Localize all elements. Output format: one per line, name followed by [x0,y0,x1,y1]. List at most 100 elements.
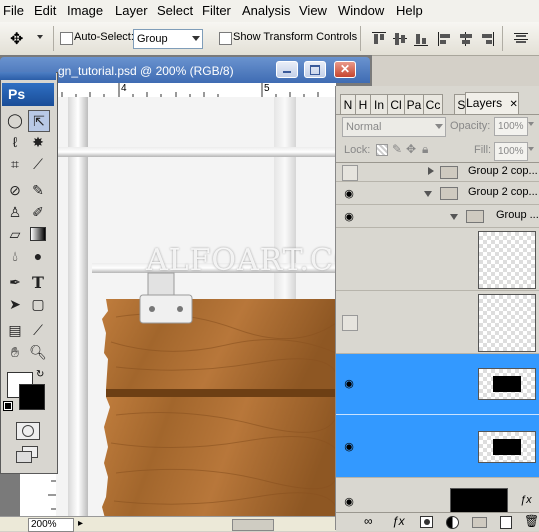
swap-colors-icon[interactable]: ↻ [36,369,44,380]
lock-position-icon[interactable]: ✥ [406,142,416,156]
align-left-icon[interactable] [437,31,453,47]
document-canvas[interactable]: ALFOART.COM [56,97,336,522]
maximize-button[interactable] [304,61,326,78]
visibility-toggle[interactable] [342,165,358,181]
visibility-toggle[interactable] [342,315,358,331]
eye-icon[interactable]: ◉ [342,439,356,453]
menu-window[interactable]: Window [338,3,384,18]
lock-pixels-icon[interactable]: ✎ [392,142,402,156]
align-vcenter-icon[interactable] [392,31,408,47]
blend-mode-dropdown[interactable]: Normal [342,117,446,137]
distribute-top-icon[interactable] [513,31,529,47]
background-color-swatch[interactable] [19,384,45,410]
adjustment-icon[interactable] [446,516,459,529]
default-colors-icon[interactable] [3,401,13,411]
menu-view[interactable]: View [299,3,327,18]
collapse-arrow-icon[interactable] [424,191,432,197]
eyedropper2-icon[interactable]: ⟋ [28,320,48,340]
move-icon[interactable]: ⇱ [28,110,50,132]
eye-icon[interactable]: ◉ [342,494,356,508]
fill-input[interactable]: 100% [494,142,528,161]
menu-image[interactable]: Image [67,3,103,18]
zoom-icon[interactable]: 🔍︎ [28,342,48,362]
layer-row[interactable]: ◉ ƒx [336,478,539,518]
minimize-button[interactable] [276,61,298,78]
gradient-icon[interactable] [28,224,48,244]
shape-icon[interactable]: ▢ [28,294,48,314]
eye-icon[interactable]: ◉ [342,209,356,223]
path-select-icon[interactable]: ➤ [5,294,25,314]
hand-icon[interactable]: ✋︎ [5,342,25,362]
menu-layer[interactable]: Layer [115,3,148,18]
dodge-icon[interactable]: ● [28,246,48,266]
align-top-icon[interactable] [371,31,387,47]
fx-icon[interactable]: ƒx [392,514,405,528]
tab-info[interactable]: In [370,94,388,115]
lock-all-icon[interactable]: 🔒︎ [422,142,428,157]
close-button[interactable]: ✕ [334,61,356,78]
menu-file[interactable]: File [3,3,24,18]
layer-row[interactable]: ◉ Group ... [336,205,539,228]
eye-icon[interactable]: ◉ [342,186,356,200]
lock-transparency-icon[interactable] [376,144,388,156]
marquee-icon[interactable]: ◯ [5,110,25,130]
eye-icon[interactable]: ◉ [342,376,356,390]
menu-analysis[interactable]: Analysis [242,3,290,18]
lasso-icon[interactable]: ℓ [5,132,25,152]
auto-select-dropdown[interactable]: Group [133,29,203,49]
trash-icon[interactable]: 🗑︎ [524,514,539,528]
screen-mode-icon[interactable] [16,446,38,464]
magic-wand-icon[interactable]: ✸ [28,132,48,152]
close-icon[interactable]: ✕ [509,99,517,110]
auto-select-checkbox[interactable] [60,32,73,45]
quick-mask-icon[interactable] [16,422,40,440]
align-right-icon[interactable] [479,31,495,47]
layer-thumbnail [478,231,536,289]
menu-help[interactable]: Help [396,3,423,18]
stamp-icon[interactable]: ♙ [5,202,25,222]
crop-icon[interactable]: ⌗ [5,154,25,174]
tab-layers[interactable]: Layers ✕ [465,92,519,115]
status-menu-icon[interactable]: ▸ [78,518,90,530]
eyedropper-icon[interactable]: ⟋ [28,154,48,174]
layer-row-selected[interactable]: ◉ [336,415,539,478]
layer-row[interactable]: Group 2 cop... [336,163,539,182]
tab-color[interactable]: Cl [387,94,405,115]
tab-navigator[interactable]: N [340,94,356,115]
opacity-input[interactable]: 100% [494,117,528,136]
new-layer-icon[interactable] [500,516,512,529]
align-hcenter-icon[interactable] [458,31,474,47]
layer-row[interactable] [336,291,539,354]
link-icon[interactable]: ∞ [364,514,373,528]
move-tool-preset-icon[interactable]: ✥ [10,29,32,48]
layer-row-selected[interactable]: ◉ [336,354,539,415]
eraser-icon[interactable]: ▱ [5,224,25,244]
fill-slider-arrow-icon[interactable] [528,147,534,151]
chevron-down-icon[interactable] [37,35,43,39]
history-brush-icon[interactable]: ✐ [28,202,48,222]
opacity-slider-arrow-icon[interactable] [528,122,534,126]
layer-row[interactable] [336,228,539,291]
new-group-icon[interactable] [472,517,487,528]
collapse-arrow-icon[interactable] [450,214,458,220]
tab-paths[interactable]: Pa [404,94,424,115]
tab-histogram[interactable]: H [355,94,371,115]
mask-icon[interactable] [420,516,433,528]
blur-icon[interactable]: 💧︎ [5,246,25,266]
layer-row[interactable]: ◉ Group 2 cop... [336,182,539,205]
type-icon[interactable]: T [28,272,48,292]
pen-icon[interactable]: ✒ [5,272,25,292]
menu-edit[interactable]: Edit [34,3,56,18]
tools-panel-header[interactable] [0,72,56,80]
brush-icon[interactable]: ✎ [28,180,48,200]
show-transform-checkbox[interactable] [219,32,232,45]
horizontal-scrollbar-thumb[interactable] [232,519,274,531]
menu-bar: File Edit Image Layer Select Filter Anal… [0,0,539,23]
notes-icon[interactable]: ▤ [5,320,25,340]
menu-filter[interactable]: Filter [202,3,231,18]
expand-arrow-icon[interactable] [428,167,434,175]
menu-select[interactable]: Select [157,3,193,18]
tab-channels[interactable]: Cc [423,94,443,115]
healing-icon[interactable]: ⊘ [5,180,25,200]
align-bottom-icon[interactable] [413,31,429,47]
